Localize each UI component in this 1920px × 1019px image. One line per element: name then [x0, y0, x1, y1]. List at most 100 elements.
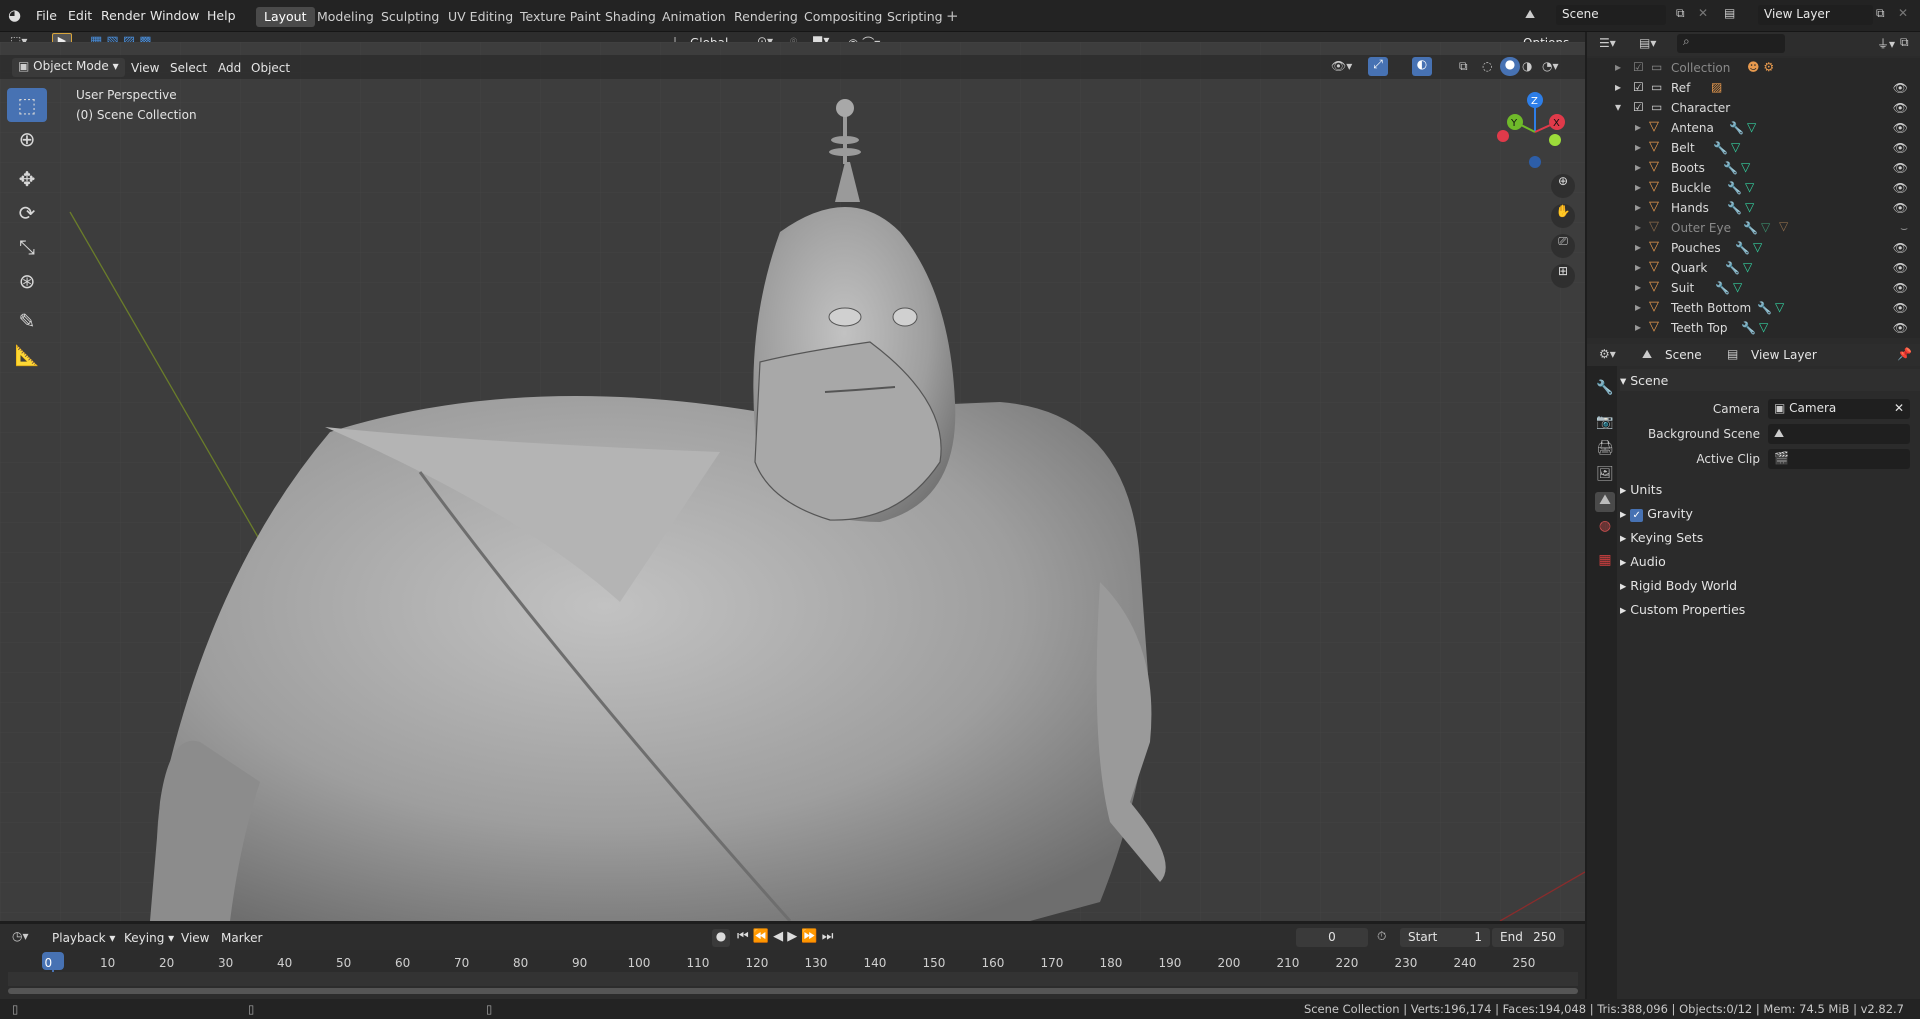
outliner-row[interactable]: ▸ ▽ Hands 🔧 ▽ 👁	[1587, 198, 1920, 218]
scale-icon[interactable]: ⤡	[7, 230, 47, 264]
outliner-row[interactable]: ▸ ▽ Teeth Top 🔧 ▽ 👁	[1587, 318, 1920, 338]
gravity-panel[interactable]: ▸ ✓ Gravity	[1620, 506, 1693, 522]
viewport-menu-object[interactable]: Object	[251, 61, 290, 75]
timeline-menu-playback[interactable]: Playback ▾	[52, 931, 115, 945]
outliner-row[interactable]: ▸ ▽ Boots 🔧 ▽ 👁	[1587, 158, 1920, 178]
clear-camera-icon[interactable]: ✕	[1894, 401, 1904, 415]
transform-icon[interactable]: ⊛	[7, 264, 47, 298]
camera-view-icon[interactable]: ⎚	[1551, 234, 1575, 258]
display-mode-icon[interactable]: ▤▾	[1639, 36, 1656, 50]
object-mode-dropdown[interactable]: ▣ Object Mode ▾	[12, 58, 125, 77]
outliner-row[interactable]: ▸ ▽ Belt 🔧 ▽ 👁	[1587, 138, 1920, 158]
tab-modeling[interactable]: Modeling	[309, 7, 382, 27]
start-frame-field[interactable]: Start 1	[1400, 928, 1490, 947]
rotate-icon[interactable]: ⟳	[7, 196, 47, 230]
tab-layout[interactable]: Layout	[256, 7, 315, 27]
timeline-track[interactable]	[8, 972, 1578, 986]
remove-scene-icon[interactable]: ✕	[1698, 6, 1708, 20]
timeline-menu-keying[interactable]: Keying ▾	[124, 931, 174, 945]
add-workspace-icon[interactable]: +	[946, 7, 959, 25]
pan-hand-icon[interactable]: ✋	[1551, 204, 1575, 228]
3d-viewport[interactable]: User Perspective (0) Scene Collection Z …	[0, 42, 1585, 921]
new-view-layer-icon[interactable]: ⧉	[1876, 6, 1885, 21]
texture-tab-icon[interactable]: ▦	[1595, 552, 1615, 572]
eye-icon[interactable]: 👁	[1893, 261, 1908, 275]
select-box-icon[interactable]: ⬚	[7, 88, 47, 122]
outliner-row[interactable]: ▸ ☑ ▭ Collection ☻ ⚙	[1587, 58, 1920, 78]
navigation-gizmo[interactable]: Z Y X	[1495, 90, 1575, 170]
visibility-icon[interactable]: 👁▾	[1331, 59, 1352, 73]
menu-window[interactable]: Window	[150, 8, 199, 23]
tab-scripting[interactable]: Scripting	[879, 7, 951, 27]
tab-sculpting[interactable]: Sculpting	[373, 7, 447, 27]
outliner-row[interactable]: ▾ ☑ ▭ Character 👁	[1587, 98, 1920, 118]
cursor-icon[interactable]: ⊕	[7, 122, 47, 156]
menu-help[interactable]: Help	[207, 8, 236, 23]
scene-icon[interactable]: ⛰	[1525, 7, 1535, 22]
record-icon[interactable]: ●	[712, 929, 730, 947]
eye-icon[interactable]: 👁	[1893, 301, 1908, 315]
rigid-body-world-panel[interactable]: ▸ Rigid Body World	[1620, 578, 1737, 593]
tab-rendering[interactable]: Rendering	[726, 7, 806, 27]
properties-editor-icon[interactable]: ⚙▾	[1599, 347, 1616, 361]
checkbox-icon[interactable]: ☑	[1633, 60, 1644, 74]
checkbox-icon[interactable]: ☑	[1633, 100, 1644, 114]
eye-icon[interactable]: 👁	[1893, 281, 1908, 295]
new-scene-icon[interactable]: ⧉	[1676, 6, 1685, 21]
end-frame-field[interactable]: End 250	[1492, 928, 1564, 947]
ortho-grid-icon[interactable]: ⊞	[1551, 264, 1575, 288]
wireframe-shading-icon[interactable]: ◌	[1482, 59, 1492, 73]
measure-icon[interactable]: 📐	[7, 338, 47, 372]
expand-icon[interactable]: ▸	[1615, 80, 1621, 94]
camera-field[interactable]: ▣ Camera ✕	[1768, 399, 1910, 419]
active-clip-field[interactable]: 🎬	[1768, 449, 1910, 469]
viewport-menu-add[interactable]: Add	[218, 61, 241, 75]
timeline-editor-icon[interactable]: ◷▾	[12, 929, 29, 943]
timeline-scrollbar[interactable]	[8, 988, 1578, 994]
outliner-row[interactable]: ▸ ▽ Antena 🔧 ▽ 👁	[1587, 118, 1920, 138]
eye-icon[interactable]: 👁	[1893, 161, 1908, 175]
outliner-row[interactable]: ▸ ▽ Quark 🔧 ▽ 👁	[1587, 258, 1920, 278]
outliner-row[interactable]: ▸ ▽ Suit 🔧 ▽ 👁	[1587, 278, 1920, 298]
annotate-icon[interactable]: ✎	[7, 304, 47, 338]
gizmos-icon[interactable]: ⤢	[1368, 57, 1388, 76]
timeline-menu-marker[interactable]: Marker	[221, 931, 262, 945]
rendered-shading-icon[interactable]: ◔▾	[1542, 59, 1559, 73]
playback-controls[interactable]: ⏮ ⏪ ◀ ▶ ⏩ ⏭	[737, 929, 833, 944]
stopwatch-icon[interactable]: ⏱	[1377, 929, 1386, 944]
custom-properties-panel[interactable]: ▸ Custom Properties	[1620, 602, 1745, 617]
outliner-row[interactable]: ▸ ▽ Outer Eye 🔧 ▽ ▽ ⌣	[1587, 218, 1920, 238]
zoom-icon[interactable]: ⊕	[1551, 174, 1575, 198]
filter-icon[interactable]: ⏚▾	[1877, 35, 1895, 52]
move-icon[interactable]: ✥	[7, 162, 47, 196]
material-shading-icon[interactable]: ◑	[1522, 59, 1532, 73]
scene-section-title[interactable]: ▾ Scene	[1620, 373, 1668, 388]
gravity-checkbox-icon[interactable]: ✓	[1630, 509, 1644, 522]
xray-icon[interactable]: ⧉	[1459, 59, 1468, 74]
solid-shading-icon[interactable]: ●	[1500, 57, 1520, 76]
scene-selector[interactable]: Scene	[1556, 5, 1666, 25]
tab-texture-paint[interactable]: Texture Paint	[512, 7, 609, 27]
current-frame-field[interactable]: 0	[1296, 928, 1368, 947]
new-collection-icon[interactable]: ⧉	[1900, 35, 1909, 50]
overlays-icon[interactable]: ◐	[1412, 57, 1432, 76]
scene-tab-icon[interactable]: ⛰	[1595, 492, 1615, 512]
pin-icon[interactable]: 📌	[1897, 347, 1912, 361]
outliner-editor-icon[interactable]: ☰▾	[1599, 36, 1616, 50]
viewport-menu-view[interactable]: View	[131, 61, 159, 75]
remove-view-layer-icon[interactable]: ✕	[1898, 6, 1908, 20]
eye-icon[interactable]: 👁	[1893, 141, 1908, 155]
eye-icon[interactable]: 👁	[1893, 201, 1908, 215]
blender-logo-icon[interactable]: ◕	[8, 6, 21, 24]
eye-icon[interactable]: 👁	[1893, 101, 1908, 115]
expand-icon[interactable]: ▾	[1615, 100, 1621, 114]
outliner-row[interactable]: ▸ ▽ Teeth Bottom 🔧 ▽ 👁	[1587, 298, 1920, 318]
eye-icon[interactable]: 👁	[1893, 321, 1908, 335]
outliner-row[interactable]: ▸ ▽ Buckle 🔧 ▽ 👁	[1587, 178, 1920, 198]
world-tab-icon[interactable]: ◍	[1595, 518, 1615, 538]
checkbox-icon[interactable]: ☑	[1633, 80, 1644, 94]
tab-uv-editing[interactable]: UV Editing	[440, 7, 521, 27]
hidden-icon[interactable]: ⌣	[1900, 221, 1908, 236]
outliner-row[interactable]: ▸ ☑ ▭ Ref ▨ 👁	[1587, 78, 1920, 98]
timeline-menu-view[interactable]: View	[181, 931, 209, 945]
